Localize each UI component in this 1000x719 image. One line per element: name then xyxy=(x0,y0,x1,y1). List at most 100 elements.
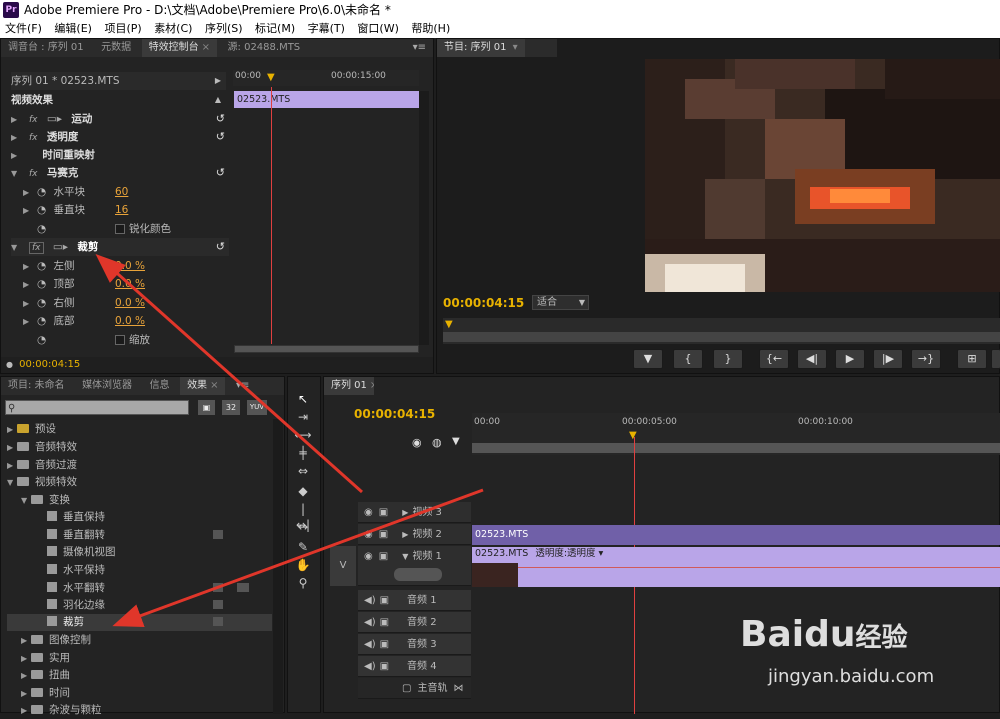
effects-search-input[interactable]: ⚲ xyxy=(5,400,189,415)
lift-button[interactable]: ⊞ xyxy=(957,349,987,369)
ec-vscrollbar[interactable] xyxy=(419,91,429,345)
expand-icon[interactable]: ▶ xyxy=(23,258,33,276)
tree-item-horizontal-flip[interactable]: 水平翻转 xyxy=(47,580,272,597)
tree-item-camera-view[interactable]: 摄像机视图 xyxy=(47,544,272,561)
mark-in-button[interactable]: { xyxy=(673,349,703,369)
tab-effect-controls[interactable]: 特效控制台 × xyxy=(141,39,218,57)
ec-hscrollbar[interactable] xyxy=(234,345,419,353)
speaker-icon[interactable]: ◀) xyxy=(364,661,376,672)
expand-icon[interactable]: ▶ xyxy=(402,530,408,539)
reset-icon[interactable]: ↺ xyxy=(216,164,225,182)
accelerated-effects-icon[interactable]: ▣ xyxy=(198,400,215,415)
master-checkbox[interactable]: ▢ xyxy=(402,683,411,694)
param-value[interactable]: 0.0 % xyxy=(115,312,145,330)
menu-file[interactable]: 文件(F) xyxy=(0,20,46,38)
add-marker-icon[interactable]: ▼ xyxy=(452,436,460,447)
menu-edit[interactable]: 编辑(E) xyxy=(49,20,96,38)
expand-icon[interactable]: ▶ xyxy=(402,508,408,517)
param-row-bottom[interactable]: ▶ ◔ 底部 0.0 % xyxy=(23,312,223,330)
yuv-badge[interactable]: YUV xyxy=(247,400,267,415)
tree-item-vertical-flip[interactable]: 垂直翻转 xyxy=(47,527,272,544)
tree-item-audio-transitions[interactable]: ▶ 音频过渡 xyxy=(7,457,272,474)
close-icon[interactable]: × xyxy=(210,380,218,391)
expand-icon[interactable]: ▶ xyxy=(11,129,21,147)
expand-icon[interactable]: ▶ xyxy=(23,313,33,331)
param-row-vertical-blocks[interactable]: ▶ ◔ 垂直块 16 xyxy=(23,201,223,219)
panel-menu-icon[interactable]: ▾≡ xyxy=(229,377,256,395)
playhead-marker-icon[interactable]: ▼ xyxy=(267,72,275,83)
snap-icon[interactable]: ◉ xyxy=(412,436,422,449)
menu-marker[interactable]: 标记(M) xyxy=(250,20,299,38)
step-back-button[interactable]: ◀| xyxy=(797,349,827,369)
ec-clip-bar[interactable]: 02523.MTS xyxy=(234,91,419,108)
program-scrubber[interactable]: ▼ xyxy=(443,318,1000,344)
menu-clip[interactable]: 素材(C) xyxy=(149,20,196,38)
param-value[interactable]: 0.0 % xyxy=(115,257,145,275)
expand-right-icon[interactable]: ▶ xyxy=(215,72,221,90)
param-value[interactable]: 0.0 % xyxy=(115,275,145,293)
track-select-tool-icon[interactable]: ⇥ xyxy=(294,409,312,425)
reset-icon[interactable]: ↺ xyxy=(216,110,225,128)
mark-out-button[interactable]: } xyxy=(713,349,743,369)
fx-toggle-icon[interactable]: fx xyxy=(29,169,38,179)
param-row-sharpen-colors[interactable]: ◔ 锐化颜色 xyxy=(23,220,223,238)
clip-fx-label[interactable]: 透明度:透明度 xyxy=(535,548,595,559)
tree-item-distort[interactable]: ▶ 扭曲 xyxy=(21,667,286,684)
go-to-in-button[interactable]: {← xyxy=(759,349,789,369)
param-value[interactable]: 60 xyxy=(115,183,128,201)
zoom-checkbox[interactable] xyxy=(115,335,125,345)
track-header-video-3[interactable]: ◉ ▣ ▶ 视频 3 xyxy=(358,502,471,523)
clip-video-1[interactable]: 02523.MTS 透明度:透明度 ▾ xyxy=(472,547,1000,587)
tree-item-transform[interactable]: ▼ 变换 xyxy=(21,492,286,509)
effect-row-motion[interactable]: ▶ fx ▭▸ 运动 ↺ xyxy=(11,110,229,128)
slide-tool-icon[interactable]: ↔ xyxy=(294,519,312,535)
collapse-icon[interactable]: ▼ xyxy=(11,239,21,257)
param-row-top[interactable]: ▶ ◔ 顶部 0.0 % xyxy=(23,275,223,293)
tree-item-presets[interactable]: ▶ 预设 xyxy=(7,421,272,438)
tab-sequence-01[interactable]: 序列 01× xyxy=(324,377,374,395)
playhead-marker-icon[interactable]: ▼ xyxy=(445,319,453,330)
tree-item-noise-grain[interactable]: ▶ 杂波与颗粒 xyxy=(21,702,286,719)
stopwatch-icon[interactable]: ◔ xyxy=(37,260,46,272)
selection-tool-icon[interactable]: ↖ xyxy=(294,391,312,407)
expand-icon[interactable]: ▶ xyxy=(23,202,33,220)
tab-effects[interactable]: 效果 × xyxy=(180,377,226,395)
tab-metadata[interactable]: 元数据 xyxy=(94,39,138,57)
ec-ruler[interactable]: 00:00 00:00:15:00 ▼ xyxy=(233,70,419,86)
tree-item-image-control[interactable]: ▶ 图像控制 xyxy=(21,632,286,649)
collapse-icon[interactable]: ▼ xyxy=(402,552,408,561)
lock-icon[interactable]: ▣ xyxy=(380,661,389,672)
expand-icon[interactable]: ▶ xyxy=(23,276,33,294)
param-row-right[interactable]: ▶ ◔ 右侧 0.0 % xyxy=(23,294,223,312)
stopwatch-icon[interactable]: ◔ xyxy=(37,186,46,198)
eye-icon[interactable]: ◉ xyxy=(364,551,373,562)
effect-row-mosaic[interactable]: ▼ fx 马赛克 ↺ xyxy=(11,164,229,182)
close-icon[interactable]: × xyxy=(202,42,210,53)
scroll-up-icon[interactable]: ▲ xyxy=(215,91,221,109)
menu-sequence[interactable]: 序列(S) xyxy=(200,20,247,38)
tab-audio-mixer[interactable]: 调音台 : 序列 01 xyxy=(1,39,91,57)
collapse-icon[interactable]: ▼ xyxy=(11,165,21,183)
tree-item-utility[interactable]: ▶ 实用 xyxy=(21,650,286,667)
tree-item-vertical-hold[interactable]: 垂直保持 xyxy=(47,509,272,526)
tab-media-browser[interactable]: 媒体浏览器 xyxy=(75,377,139,395)
reset-icon[interactable]: ↺ xyxy=(216,128,225,146)
opacity-line[interactable] xyxy=(518,567,1000,568)
ec-timecode[interactable]: 00:00:04:15 xyxy=(19,359,80,370)
track-header-audio-1[interactable]: ◀) ▣ 音频 1 xyxy=(358,590,471,611)
ripple-edit-tool-icon[interactable]: ⟷ xyxy=(294,427,312,443)
effect-row-opacity[interactable]: ▶ fx 透明度 ↺ xyxy=(11,128,229,146)
track-header-master[interactable]: ▢ 主音轨 ⋈ xyxy=(358,678,471,699)
tab-project[interactable]: 项目: 未命名 xyxy=(1,377,72,395)
stopwatch-icon[interactable]: ◔ xyxy=(37,204,46,216)
tree-item-video-effects[interactable]: ▼ 视频特效 xyxy=(7,474,272,491)
step-forward-button[interactable]: |▶ xyxy=(873,349,903,369)
stopwatch-icon[interactable]: ◔ xyxy=(37,315,46,327)
effect-row-time-remap[interactable]: ▶ 时间重映射 xyxy=(11,146,229,164)
clip-video-2[interactable]: 02523.MTS xyxy=(472,525,1000,545)
expand-icon[interactable]: ▶ xyxy=(11,111,21,129)
fit-dropdown[interactable]: 适合 ▼ xyxy=(532,295,589,310)
expand-icon[interactable]: ▶ xyxy=(23,295,33,313)
tab-source[interactable]: 源: 02488.MTS xyxy=(221,39,308,57)
play-button[interactable]: ▶ xyxy=(835,349,865,369)
